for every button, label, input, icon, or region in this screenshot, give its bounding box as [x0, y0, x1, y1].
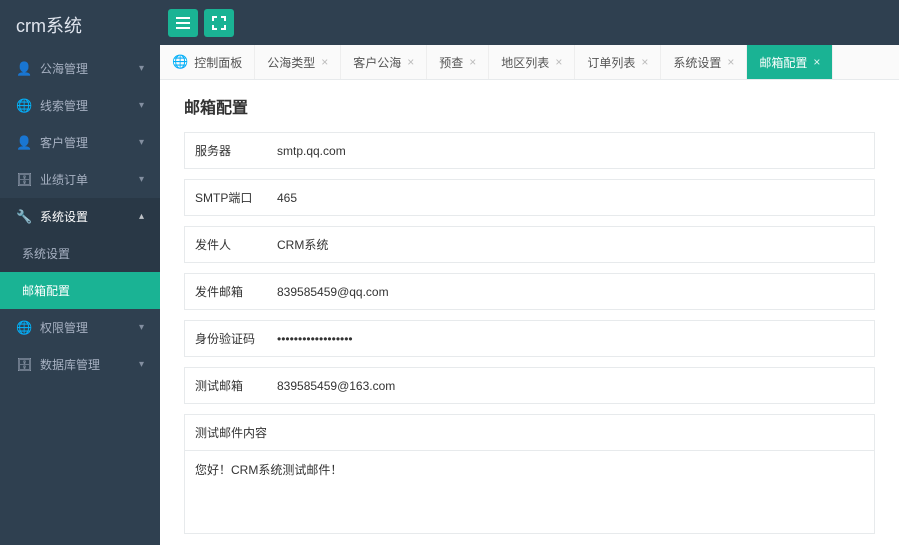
- auth-code-input[interactable]: [267, 321, 874, 356]
- globe-icon: 🌐: [16, 320, 32, 336]
- sidebar-item-leads[interactable]: 🌐 线索管理 ▾: [0, 87, 160, 124]
- chevron-down-icon: ▾: [139, 137, 144, 148]
- field-auth-label: 身份验证码: [185, 321, 267, 356]
- nav-label: 公海管理: [40, 60, 139, 77]
- sidebar-item-sea[interactable]: 👤 公海管理 ▾: [0, 50, 160, 87]
- nav-label: 系统设置: [40, 208, 139, 225]
- field-port-row: SMTP端口: [184, 179, 875, 216]
- sidebar: crm系统 👤 公海管理 ▾ 🌐 线索管理 ▾ 👤 客户管理 ▾ 🗄 业绩订单 …: [0, 0, 160, 545]
- field-test-body-row: 测试邮件内容: [184, 414, 875, 534]
- globe-icon: 🌐: [16, 98, 32, 114]
- chevron-down-icon: ▾: [139, 100, 144, 111]
- user-icon: 👤: [16, 61, 32, 77]
- field-sender-row: 发件人: [184, 226, 875, 263]
- field-server-row: 服务器: [184, 132, 875, 169]
- menu-toggle-button[interactable]: [168, 9, 198, 37]
- sub-label: 邮箱配置: [22, 284, 70, 298]
- field-test-email-row: 测试邮箱: [184, 367, 875, 404]
- field-test-email-label: 测试邮箱: [185, 368, 267, 403]
- field-sender-label: 发件人: [185, 227, 267, 262]
- close-icon[interactable]: ×: [407, 55, 414, 69]
- chevron-down-icon: ▾: [139, 359, 144, 370]
- gear-icon: 🔧: [16, 209, 32, 225]
- tab-mail-config[interactable]: 邮箱配置 ×: [747, 45, 833, 79]
- tab-label: 邮箱配置: [759, 54, 807, 71]
- tab-sea-type[interactable]: 公海类型 ×: [255, 45, 341, 79]
- nav-label: 权限管理: [40, 319, 139, 336]
- nav-label: 业绩订单: [40, 171, 139, 188]
- database-icon: 🗄: [16, 357, 32, 373]
- sender-input[interactable]: [267, 227, 874, 262]
- expand-icon: [212, 16, 226, 30]
- close-icon[interactable]: ×: [641, 55, 648, 69]
- close-icon[interactable]: ×: [469, 55, 476, 69]
- test-email-input[interactable]: [267, 368, 874, 403]
- tab-system[interactable]: 系统设置 ×: [661, 45, 747, 79]
- user-icon: 👤: [16, 135, 32, 151]
- field-auth-row: 身份验证码: [184, 320, 875, 357]
- nav-label: 线索管理: [40, 97, 139, 114]
- topbar: [160, 0, 899, 45]
- tab-label: 预查: [439, 54, 463, 71]
- chevron-up-icon: ▴: [139, 211, 144, 222]
- home-icon: 🌐: [172, 54, 188, 70]
- close-icon[interactable]: ×: [555, 55, 562, 69]
- tab-orders[interactable]: 订单列表 ×: [575, 45, 661, 79]
- sub-nav-system: 系统设置 邮箱配置: [0, 235, 160, 309]
- close-icon[interactable]: ×: [813, 55, 820, 69]
- sub-item-mail-config[interactable]: 邮箱配置: [0, 272, 160, 309]
- tab-dashboard[interactable]: 🌐 控制面板: [160, 45, 255, 79]
- tab-preview[interactable]: 预查 ×: [427, 45, 489, 79]
- tab-label: 控制面板: [194, 54, 242, 71]
- sub-item-system-settings[interactable]: 系统设置: [0, 235, 160, 272]
- nav: 👤 公海管理 ▾ 🌐 线索管理 ▾ 👤 客户管理 ▾ 🗄 业绩订单 ▾ 🔧: [0, 50, 160, 383]
- tab-label: 客户公海: [353, 54, 401, 71]
- chevron-down-icon: ▾: [139, 63, 144, 74]
- sidebar-item-orders[interactable]: 🗄 业绩订单 ▾: [0, 161, 160, 198]
- content: 邮箱配置 服务器 SMTP端口 发件人 发件邮箱 身份验证码: [160, 80, 899, 545]
- chevron-down-icon: ▾: [139, 322, 144, 333]
- tab-label: 系统设置: [673, 54, 721, 71]
- tab-label: 公海类型: [267, 54, 315, 71]
- field-sender-email-row: 发件邮箱: [184, 273, 875, 310]
- database-icon: 🗄: [16, 172, 32, 188]
- page-title: 邮箱配置: [184, 94, 875, 118]
- chevron-down-icon: ▾: [139, 174, 144, 185]
- nav-label: 数据库管理: [40, 356, 139, 373]
- close-icon[interactable]: ×: [321, 55, 328, 69]
- close-icon[interactable]: ×: [727, 55, 734, 69]
- field-test-body-label: 测试邮件内容: [185, 415, 874, 450]
- server-input[interactable]: [267, 133, 874, 168]
- tab-label: 地区列表: [501, 54, 549, 71]
- sidebar-item-customers[interactable]: 👤 客户管理 ▾: [0, 124, 160, 161]
- main: 🌐 控制面板 公海类型 × 客户公海 × 预查 × 地区列表 × 订单列表 ×: [160, 0, 899, 545]
- tab-label: 订单列表: [587, 54, 635, 71]
- sidebar-item-database[interactable]: 🗄 数据库管理 ▾: [0, 346, 160, 383]
- field-server-label: 服务器: [185, 133, 267, 168]
- field-sender-email-label: 发件邮箱: [185, 274, 267, 309]
- nav-label: 客户管理: [40, 134, 139, 151]
- test-body-input[interactable]: [185, 450, 874, 530]
- tab-customer-sea[interactable]: 客户公海 ×: [341, 45, 427, 79]
- field-port-label: SMTP端口: [185, 180, 267, 215]
- port-input[interactable]: [267, 180, 874, 215]
- sidebar-item-permissions[interactable]: 🌐 权限管理 ▾: [0, 309, 160, 346]
- sub-label: 系统设置: [22, 247, 70, 261]
- fullscreen-button[interactable]: [204, 9, 234, 37]
- tab-regions[interactable]: 地区列表 ×: [489, 45, 575, 79]
- menu-icon: [176, 17, 190, 29]
- sidebar-item-system[interactable]: 🔧 系统设置 ▴: [0, 198, 160, 235]
- sender-email-input[interactable]: [267, 274, 874, 309]
- brand-title: crm系统: [0, 0, 160, 50]
- tabs: 🌐 控制面板 公海类型 × 客户公海 × 预查 × 地区列表 × 订单列表 ×: [160, 45, 899, 80]
